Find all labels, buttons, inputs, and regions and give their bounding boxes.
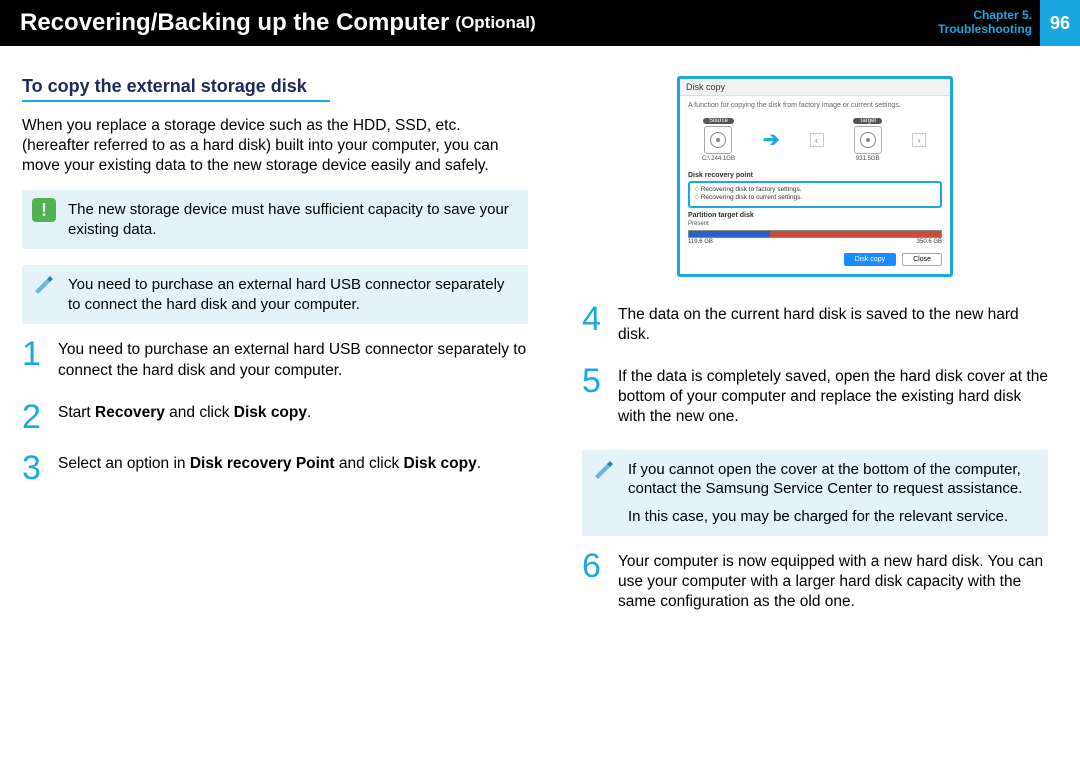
header-meta: Chapter 5. Troubleshooting (938, 9, 1032, 37)
target-disk: Target 931.5GB (853, 117, 882, 162)
callout-note-right-l1: If you cannot open the cover at the bott… (628, 460, 1036, 499)
prev-button[interactable]: ‹ (810, 133, 824, 147)
callout-warning: ! The new storage device must have suffi… (22, 190, 528, 249)
callout-warning-text: The new storage device must have suffici… (68, 201, 509, 238)
diskcopy-window-title: Disk copy (680, 79, 950, 96)
step-number: 1 (22, 340, 46, 380)
step-text: Start Recovery and click Disk copy. (58, 403, 311, 432)
next-button[interactable]: › (912, 133, 926, 147)
close-button[interactable]: Close (902, 253, 942, 266)
partition-title: Partition target disk (688, 212, 942, 219)
step-number: 6 (582, 552, 606, 612)
chapter-label: Chapter 5. (938, 9, 1032, 23)
source-disk: Source C:\ 244.1GB (702, 117, 735, 162)
warning-icon: ! (32, 198, 56, 222)
step-text: You need to purchase an external hard US… (58, 340, 528, 380)
source-label: Source (703, 118, 734, 124)
breadcrumb: Troubleshooting (938, 23, 1032, 37)
diskcopy-description: A function for copying the disk from fac… (688, 102, 942, 109)
hdd-icon (854, 126, 882, 154)
intro-paragraph: When you replace a storage device such a… (22, 116, 528, 176)
page-subtitle: (Optional) (455, 13, 535, 33)
callout-note-left: You need to purchase an external hard US… (22, 265, 528, 324)
target-label: Target (853, 118, 882, 124)
note-icon (592, 458, 616, 482)
page-header: Recovering/Backing up the Computer (Opti… (0, 0, 1080, 46)
present-label: Present (688, 221, 942, 227)
callout-note-right-l2: In this case, you may be charged for the… (628, 507, 1036, 527)
hdd-icon (704, 126, 732, 154)
source-capacity: C:\ 244.1GB (702, 156, 735, 162)
step-6: 6 Your computer is now equipped with a n… (582, 552, 1048, 612)
callout-note-right: If you cannot open the cover at the bott… (582, 450, 1048, 537)
diskcopy-window: Disk copy A function for copying the dis… (677, 76, 953, 277)
partition-bar (688, 230, 942, 238)
target-capacity: 931.5GB (853, 156, 882, 162)
page-number-badge: 96 (1040, 0, 1080, 46)
arrow-right-icon: ➔ (763, 127, 780, 152)
page-title: Recovering/Backing up the Computer (20, 9, 449, 37)
note-icon (32, 273, 56, 297)
step-text: If the data is completely saved, open th… (618, 367, 1048, 427)
section-title: To copy the external storage disk (22, 76, 330, 102)
step-number: 2 (22, 403, 46, 432)
step-3: 3 Select an option in Disk recovery Poin… (22, 454, 528, 483)
step-4: 4 The data on the current hard disk is s… (582, 305, 1048, 345)
header-right: Chapter 5. Troubleshooting 96 (938, 0, 1080, 46)
recovery-point-title: Disk recovery point (688, 172, 942, 179)
step-number: 5 (582, 367, 606, 427)
callout-note-left-text: You need to purchase an external hard US… (68, 276, 504, 313)
step-2: 2 Start Recovery and click Disk copy. (22, 403, 528, 432)
disk-copy-button[interactable]: Disk copy (844, 253, 896, 266)
step-5: 5 If the data is completely saved, open … (582, 367, 1048, 427)
step-number: 4 (582, 305, 606, 345)
partition-captions: 119.6 GB 350.6 GB (688, 239, 942, 245)
step-text: The data on the current hard disk is sav… (618, 305, 1048, 345)
step-1: 1 You need to purchase an external hard … (22, 340, 528, 380)
step-number: 3 (22, 454, 46, 483)
recovery-point-options[interactable]: ○ Recovering disk to factory settings. ○… (688, 181, 942, 208)
step-text: Select an option in Disk recovery Point … (58, 454, 481, 483)
step-text: Your computer is now equipped with a new… (618, 552, 1048, 612)
